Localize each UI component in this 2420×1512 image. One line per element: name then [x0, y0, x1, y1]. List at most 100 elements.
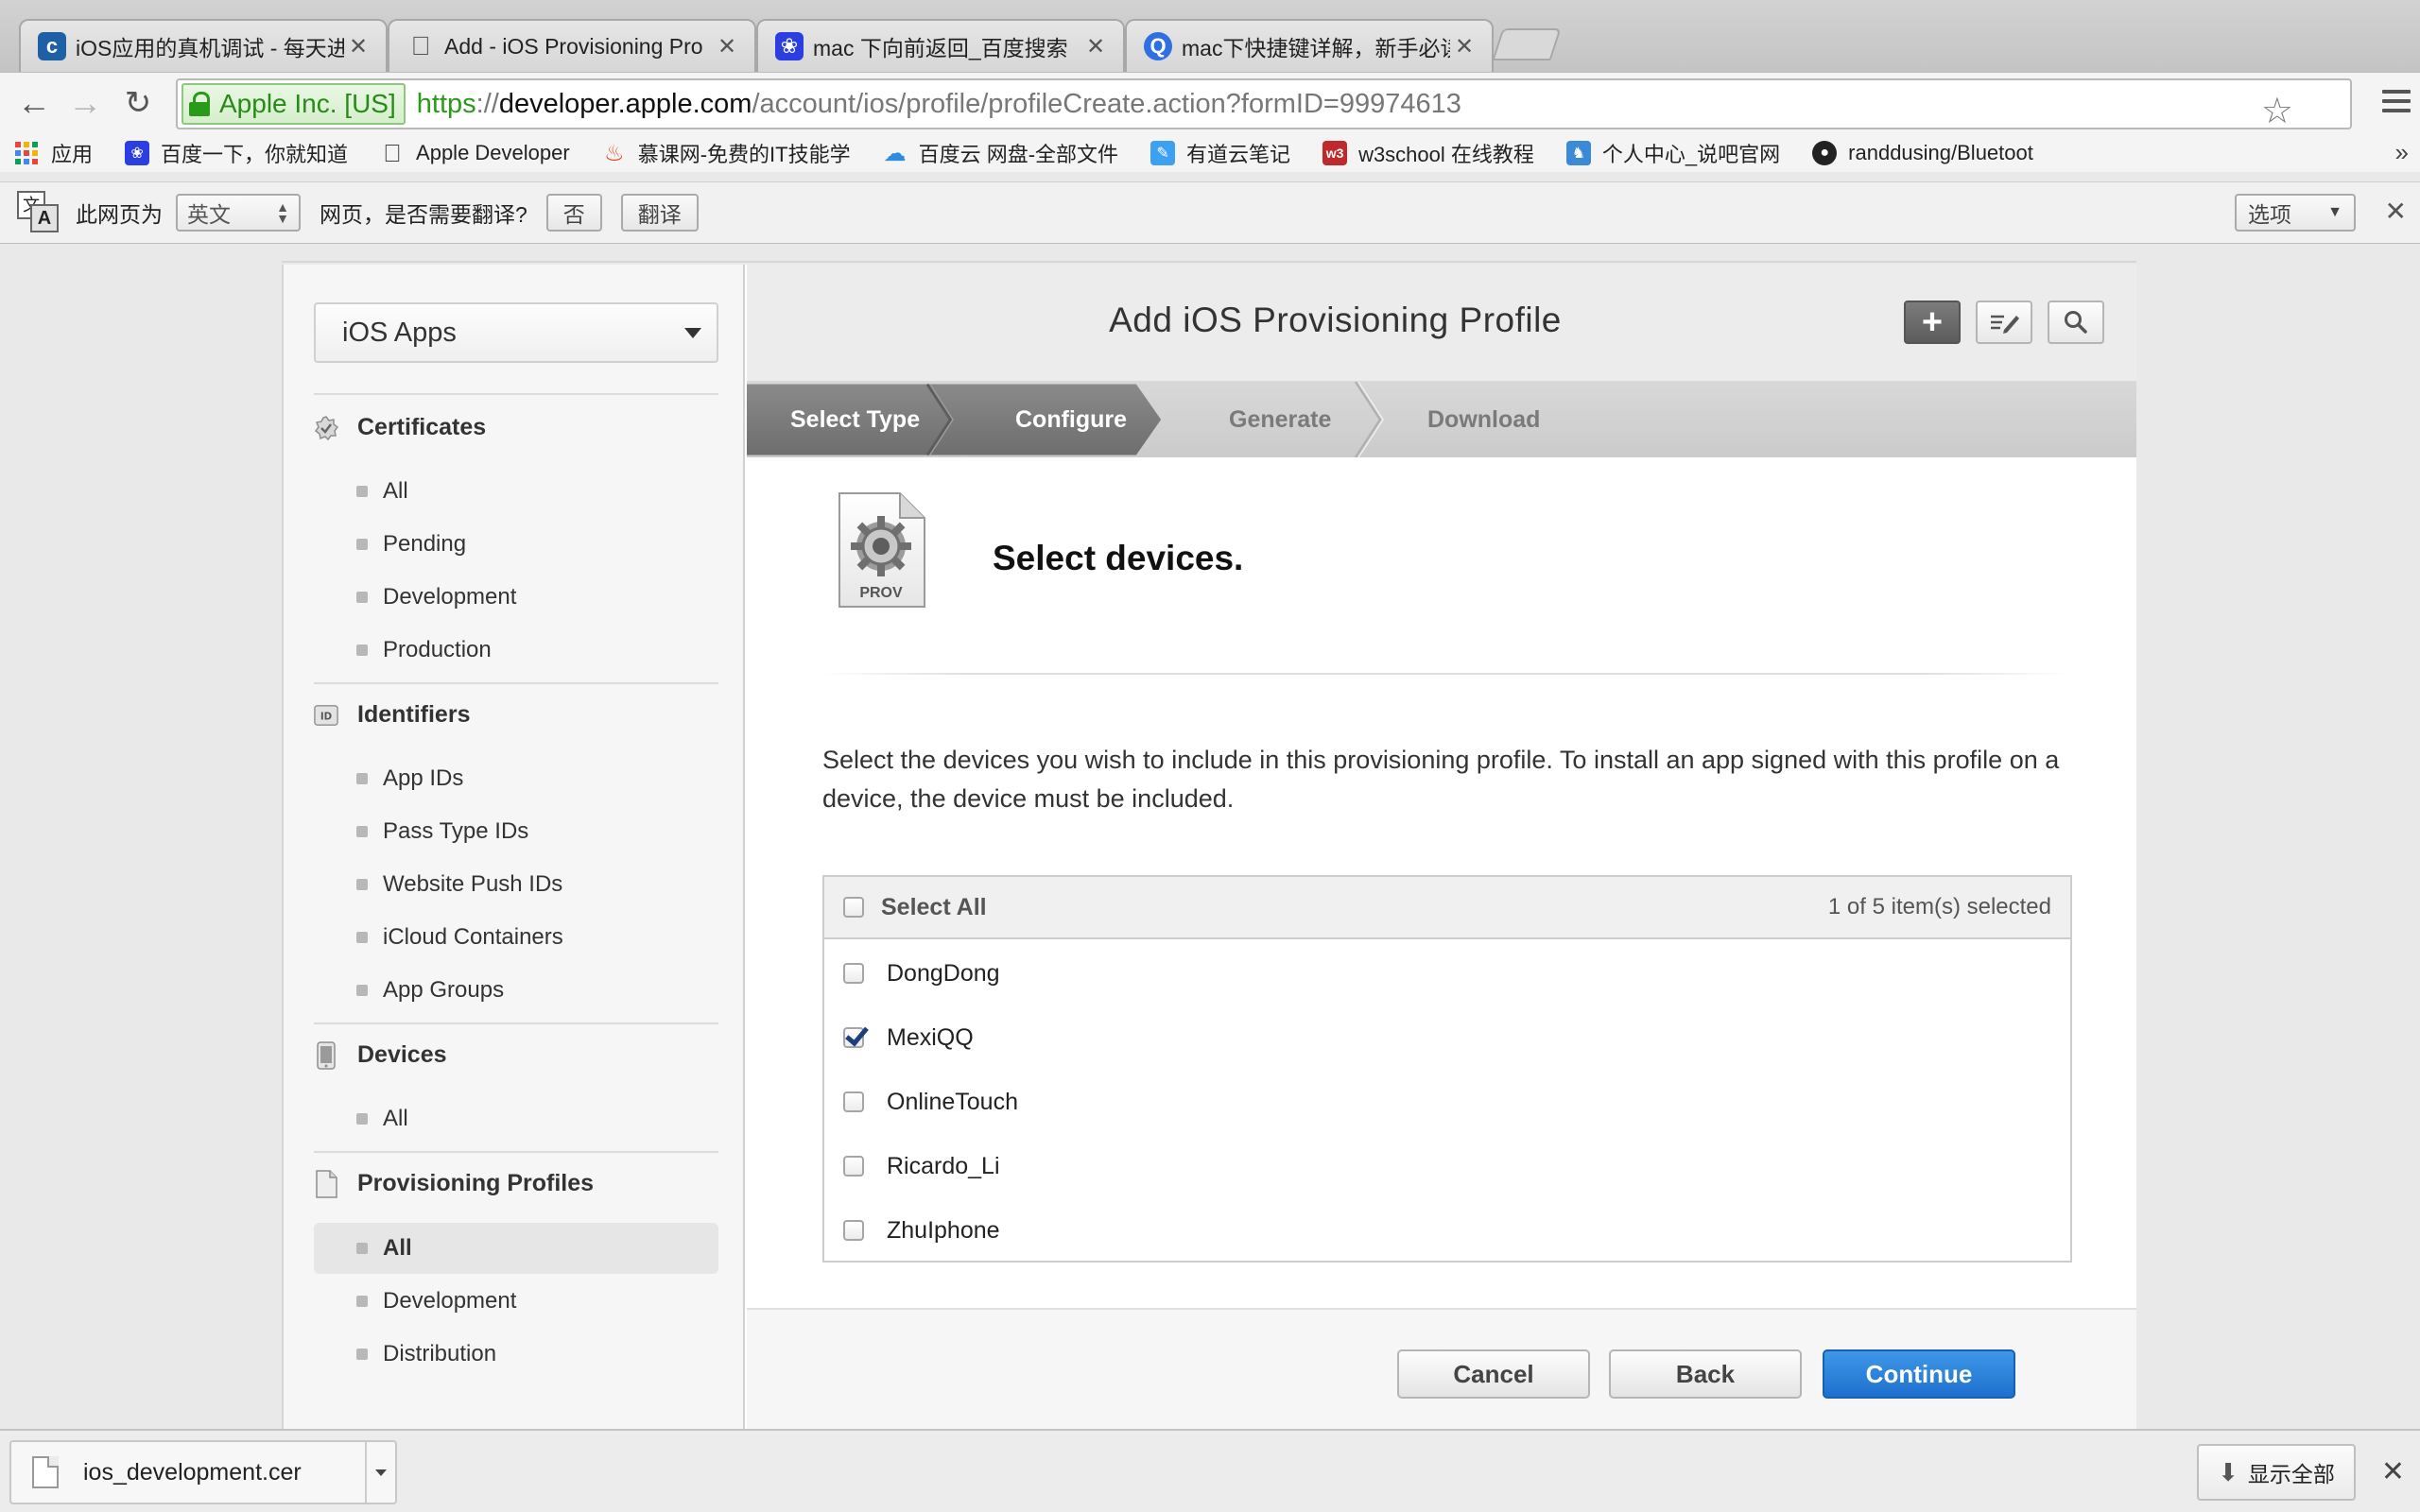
add-button[interactable]: +: [1904, 301, 1961, 344]
caret-down-icon: ▼: [2327, 204, 2342, 220]
sidebar-item-certificates-development[interactable]: Development: [314, 572, 718, 623]
bookmark-youdao-note[interactable]: ✎ 有道云笔记: [1150, 138, 1290, 168]
sidebar-divider: [314, 682, 718, 684]
device-row[interactable]: ZhuIphone: [824, 1198, 2070, 1263]
apps-grid-icon: [15, 142, 38, 164]
sidebar-item-profiles-development[interactable]: Development: [314, 1276, 718, 1327]
step-separator: [1354, 382, 1384, 457]
bookmark-w3school[interactable]: w3 w3school 在线教程: [1322, 138, 1534, 168]
tab-close-icon[interactable]: ✕: [713, 33, 741, 60]
tab-close-icon[interactable]: ✕: [1450, 33, 1478, 60]
edit-button[interactable]: [1976, 301, 2032, 344]
shelf-close-icon[interactable]: ✕: [2381, 1455, 2405, 1488]
device-checkbox[interactable]: [843, 1220, 864, 1241]
sidebar-item-label: App Groups: [383, 977, 505, 1003]
device-list: Select All 1 of 5 item(s) selected DongD…: [822, 875, 2072, 1263]
translate-options-select[interactable]: 选项 ▼: [2235, 194, 2356, 232]
sidebar-item-certificates-production[interactable]: Production: [314, 625, 718, 676]
file-icon: [32, 1456, 59, 1488]
download-menu-button[interactable]: [365, 1442, 395, 1503]
device-checkbox[interactable]: [843, 1027, 864, 1048]
bookmark-apps[interactable]: 应用: [15, 138, 93, 168]
sidebar-item-profiles-distribution[interactable]: Distribution: [314, 1329, 718, 1380]
device-row[interactable]: OnlineTouch: [824, 1070, 2070, 1134]
download-filename: ios_development.cer: [83, 1458, 302, 1486]
download-item[interactable]: ios_development.cer: [9, 1440, 397, 1504]
bookmark-apple-developer[interactable]:  Apple Developer: [380, 139, 569, 167]
sidebar-item-profiles-all[interactable]: All: [314, 1223, 718, 1274]
bookmark-star-icon[interactable]: ☆: [2261, 90, 2293, 132]
show-all-downloads-button[interactable]: ⬇ 显示全部: [2197, 1444, 2356, 1501]
cancel-button[interactable]: Cancel: [1397, 1349, 1590, 1399]
search-button[interactable]: [2048, 301, 2104, 344]
page-top-divider: [282, 244, 2136, 263]
bookmark-label: 应用: [51, 143, 94, 166]
sidebar-item-label: iCloud Containers: [383, 924, 563, 950]
sidebar: iOS Apps Certificates All Pending Develo…: [284, 265, 745, 1429]
bookmark-imooc[interactable]: ♨ 慕课网-免费的IT技能学: [602, 138, 851, 168]
sidebar-item-icloud-containers[interactable]: iCloud Containers: [314, 912, 718, 963]
translate-button[interactable]: 翻译: [620, 194, 699, 232]
section-heading: Select devices.: [993, 539, 1244, 577]
section-devices: Devices: [314, 1040, 447, 1070]
page-viewport: iOS Apps Certificates All Pending Develo…: [0, 244, 2420, 1429]
tab-close-icon[interactable]: ✕: [344, 33, 372, 60]
translate-close-icon[interactable]: ✕: [2385, 196, 2407, 227]
document-icon: [314, 1169, 338, 1198]
select-all-checkbox[interactable]: [843, 897, 864, 918]
back-button[interactable]: Back: [1609, 1349, 1802, 1399]
device-name: DongDong: [887, 959, 1000, 987]
url-text[interactable]: https://developer.apple.com/account/ios/…: [417, 89, 1461, 120]
bookmark-shuoba[interactable]: ♞ 个人中心_说吧官网: [1565, 138, 1780, 168]
forward-arrow-icon[interactable]: →: [64, 84, 106, 126]
iphone-icon: [314, 1040, 338, 1070]
back-arrow-icon[interactable]: ←: [13, 84, 55, 126]
bookmark-label: w3school 在线教程: [1358, 143, 1534, 166]
continue-button[interactable]: Continue: [1823, 1349, 2015, 1399]
sidebar-item-app-ids[interactable]: App IDs: [314, 753, 718, 804]
svg-text:ID: ID: [320, 712, 332, 722]
sidebar-item-label: Development: [383, 1288, 517, 1314]
browser-tab-3[interactable]:  Add - iOS Provisioning Pro ✕: [388, 19, 756, 72]
device-row[interactable]: MexiQQ: [824, 1005, 2070, 1070]
new-tab-button[interactable]: [1492, 28, 1562, 60]
sidebar-item-devices-all[interactable]: All: [314, 1093, 718, 1144]
sidebar-item-certificates-pending[interactable]: Pending: [314, 519, 718, 570]
bookmark-github[interactable]: ● randdusing/Bluetoot: [1812, 141, 2033, 165]
device-row[interactable]: Ricardo_Li: [824, 1134, 2070, 1198]
tab-title: mac下快捷键详解，新手必读: [1182, 36, 1450, 60]
bookmark-baidu-pan[interactable]: ☁ 百度云 网盘-全部文件: [883, 138, 1118, 168]
tab-close-icon[interactable]: ✕: [1081, 33, 1110, 60]
ev-certificate-badge[interactable]: Apple Inc. [US]: [182, 83, 406, 125]
w3-icon: w3: [1322, 141, 1348, 165]
reload-icon[interactable]: ↻: [117, 84, 159, 126]
platform-select[interactable]: iOS Apps: [314, 302, 718, 363]
translate-bar: 文A 此网页为 英文 ▲▼ 网页，是否需要翻译? 否 翻译 选项 ▼ ✕: [0, 181, 2420, 244]
address-bar[interactable]: Apple Inc. [US] https://developer.apple.…: [176, 78, 2352, 132]
url-host: developer.apple.com: [498, 88, 752, 119]
browser-tab-4[interactable]: ❀ mac 下向前返回_百度搜索 ✕: [756, 19, 1125, 72]
sidebar-item-pass-type-ids[interactable]: Pass Type IDs: [314, 806, 718, 857]
browser-toolbar: ← → ↻ Apple Inc. [US] https://developer.…: [0, 72, 2420, 134]
download-shelf: ios_development.cer ⬇ 显示全部 ✕: [0, 1429, 2420, 1512]
sidebar-item-website-push-ids[interactable]: Website Push IDs: [314, 859, 718, 910]
apple-icon: : [380, 139, 405, 167]
chevron-right-icon[interactable]: »: [2395, 138, 2409, 167]
device-checkbox[interactable]: [843, 1156, 864, 1177]
device-row[interactable]: DongDong: [824, 941, 2070, 1005]
no-translate-button[interactable]: 否: [545, 194, 602, 232]
browser-tab-5[interactable]: Q mac下快捷键详解，新手必读 ✕: [1125, 19, 1494, 72]
sidebar-item-app-groups[interactable]: App Groups: [314, 965, 718, 1016]
browser-tab-1[interactable]: c iOS应用的真机调试 - 每天进 ✕: [19, 19, 388, 72]
menu-hamburger-icon[interactable]: [2382, 90, 2411, 114]
device-name: MexiQQ: [887, 1023, 974, 1051]
device-checkbox[interactable]: [843, 1091, 864, 1112]
step-download: Download: [1427, 405, 1541, 433]
bookmark-baidu[interactable]: ❀ 百度一下，你就知道: [125, 138, 348, 168]
sidebar-divider: [314, 1151, 718, 1153]
form-footer: Cancel Back Continue: [747, 1308, 2136, 1429]
device-checkbox[interactable]: [843, 963, 864, 984]
source-language-select[interactable]: 英文 ▲ ▼: [176, 194, 301, 232]
select-all-label[interactable]: Select All: [881, 894, 987, 921]
sidebar-item-certificates-all[interactable]: All: [314, 466, 718, 517]
